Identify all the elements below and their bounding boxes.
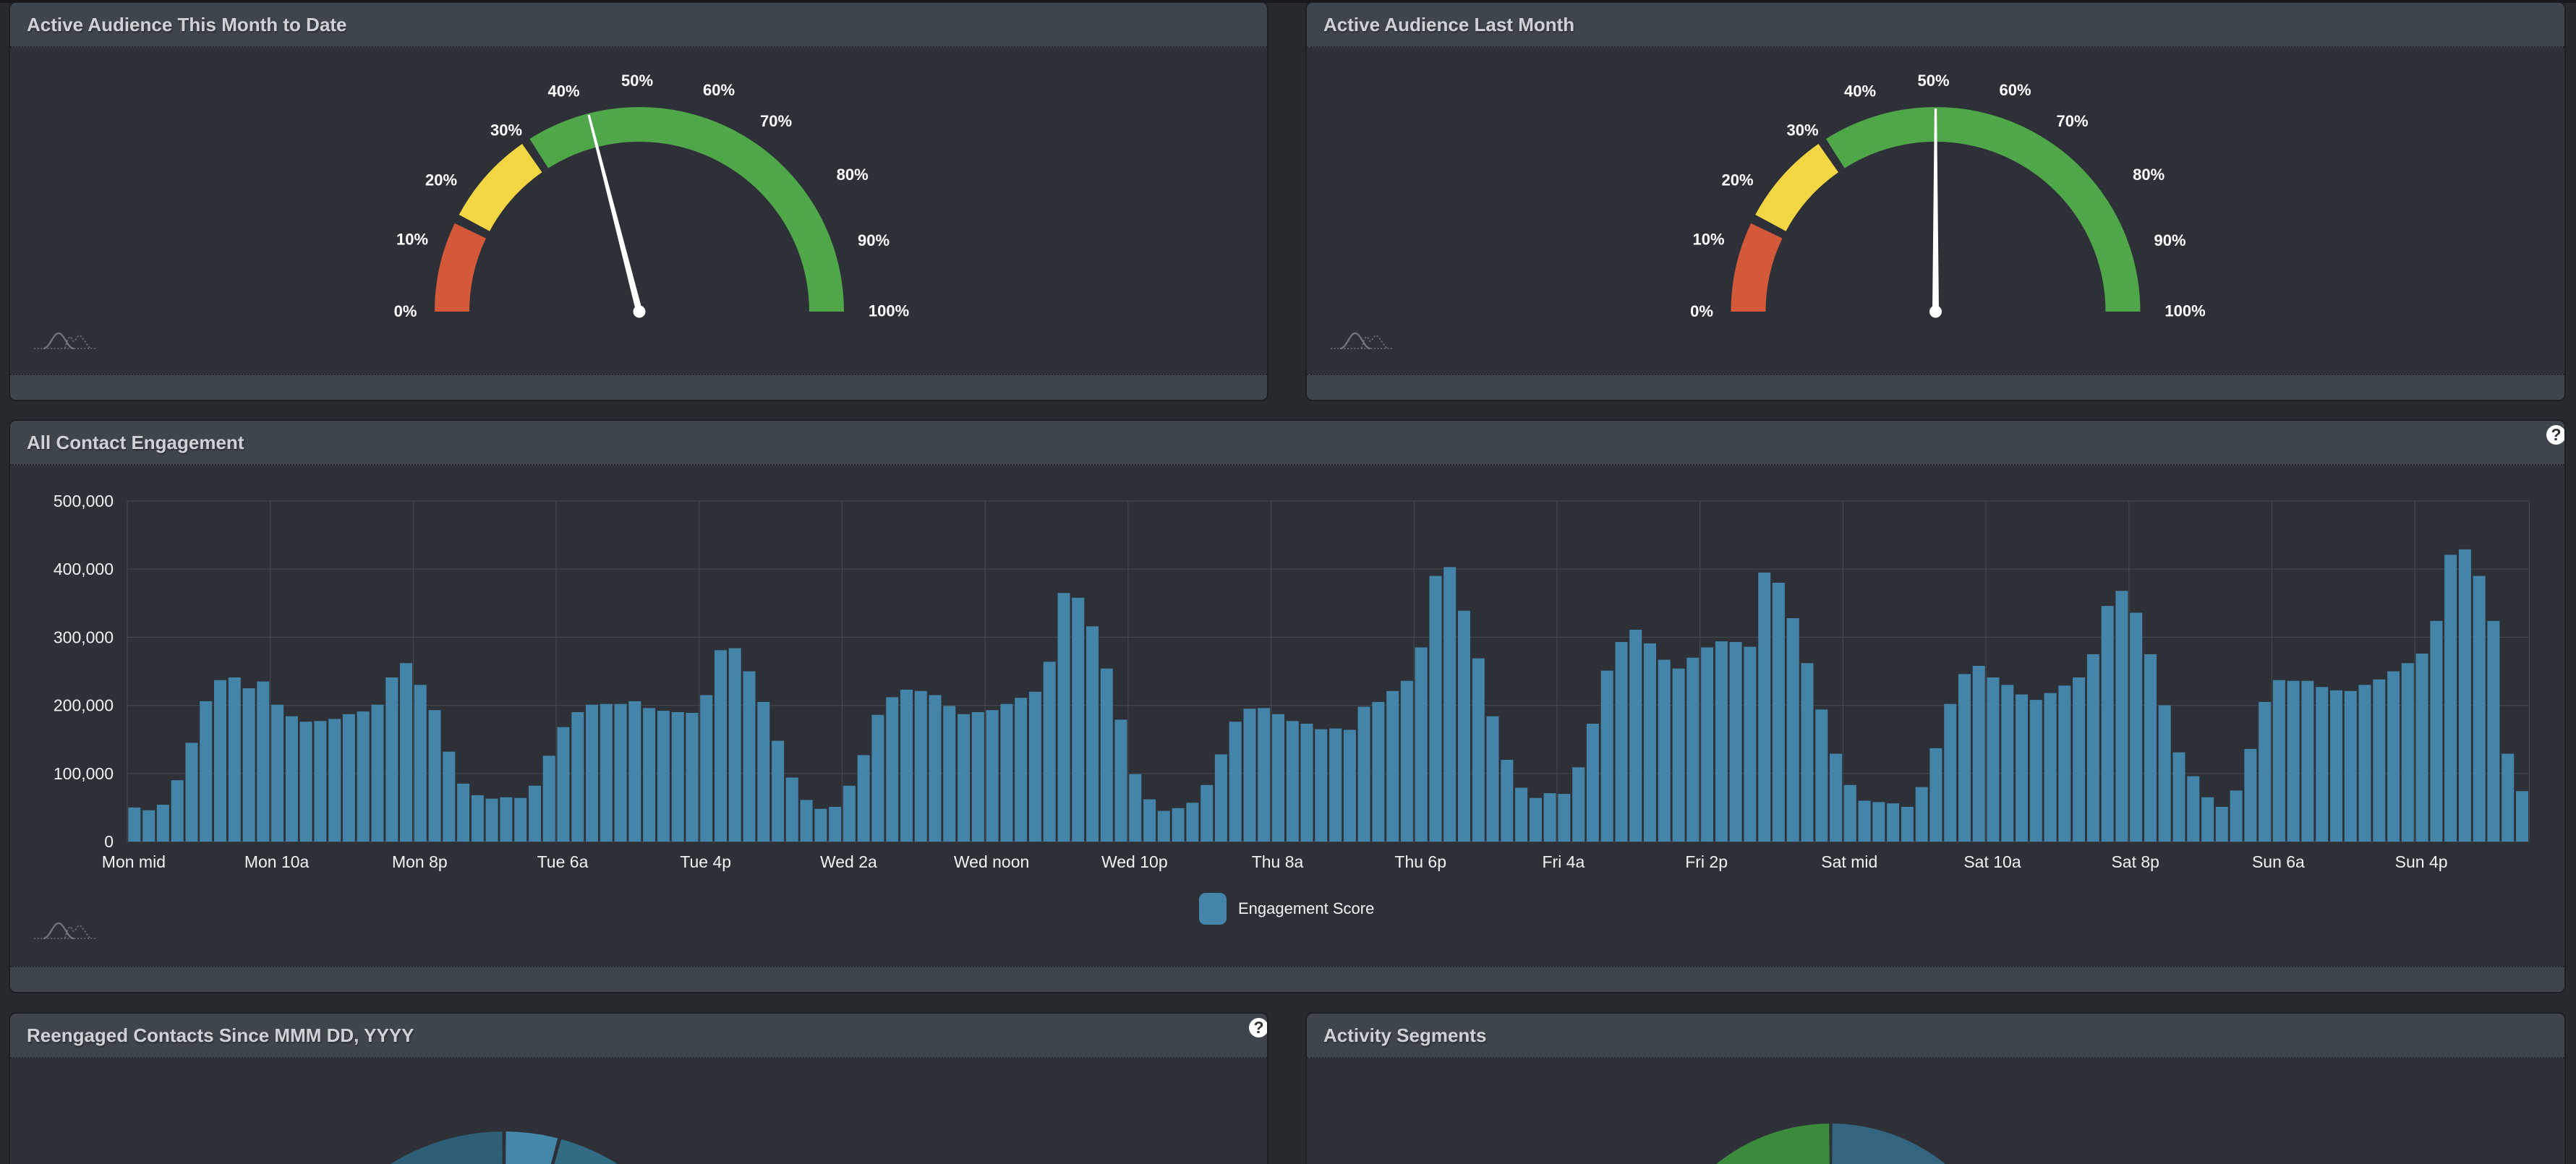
svg-text:Engagement Score: Engagement Score	[1238, 899, 1374, 917]
svg-text:100,000: 100,000	[54, 764, 114, 783]
svg-text:Fri 2p: Fri 2p	[1685, 852, 1728, 871]
svg-text:Sat mid: Sat mid	[1821, 852, 1877, 871]
svg-text:Sun 6a: Sun 6a	[2252, 852, 2305, 871]
svg-text:Tue 6a: Tue 6a	[537, 852, 589, 871]
svg-text:Wed 2a: Wed 2a	[820, 852, 877, 871]
svg-text:Wed 10p: Wed 10p	[1101, 852, 1168, 871]
svg-text:Thu 8a: Thu 8a	[1252, 852, 1304, 871]
svg-text:Sun 4p: Sun 4p	[2395, 852, 2448, 871]
svg-text:Thu 6p: Thu 6p	[1394, 852, 1446, 871]
svg-text:0: 0	[104, 832, 114, 851]
svg-text:Fri 4a: Fri 4a	[1543, 852, 1585, 871]
svg-text:Wed noon: Wed noon	[954, 852, 1029, 871]
svg-text:Mon 10a: Mon 10a	[244, 852, 310, 871]
svg-text:400,000: 400,000	[54, 560, 114, 578]
svg-text:300,000: 300,000	[54, 628, 114, 646]
svg-text:Sat 10a: Sat 10a	[1963, 852, 2021, 871]
svg-text:Mon 8p: Mon 8p	[392, 852, 448, 871]
svg-text:Tue 4p: Tue 4p	[680, 852, 731, 871]
svg-text:Sat 8p: Sat 8p	[2111, 852, 2159, 871]
svg-text:200,000: 200,000	[54, 696, 114, 715]
svg-text:Mon mid: Mon mid	[102, 852, 166, 871]
svg-text:500,000: 500,000	[54, 492, 114, 510]
